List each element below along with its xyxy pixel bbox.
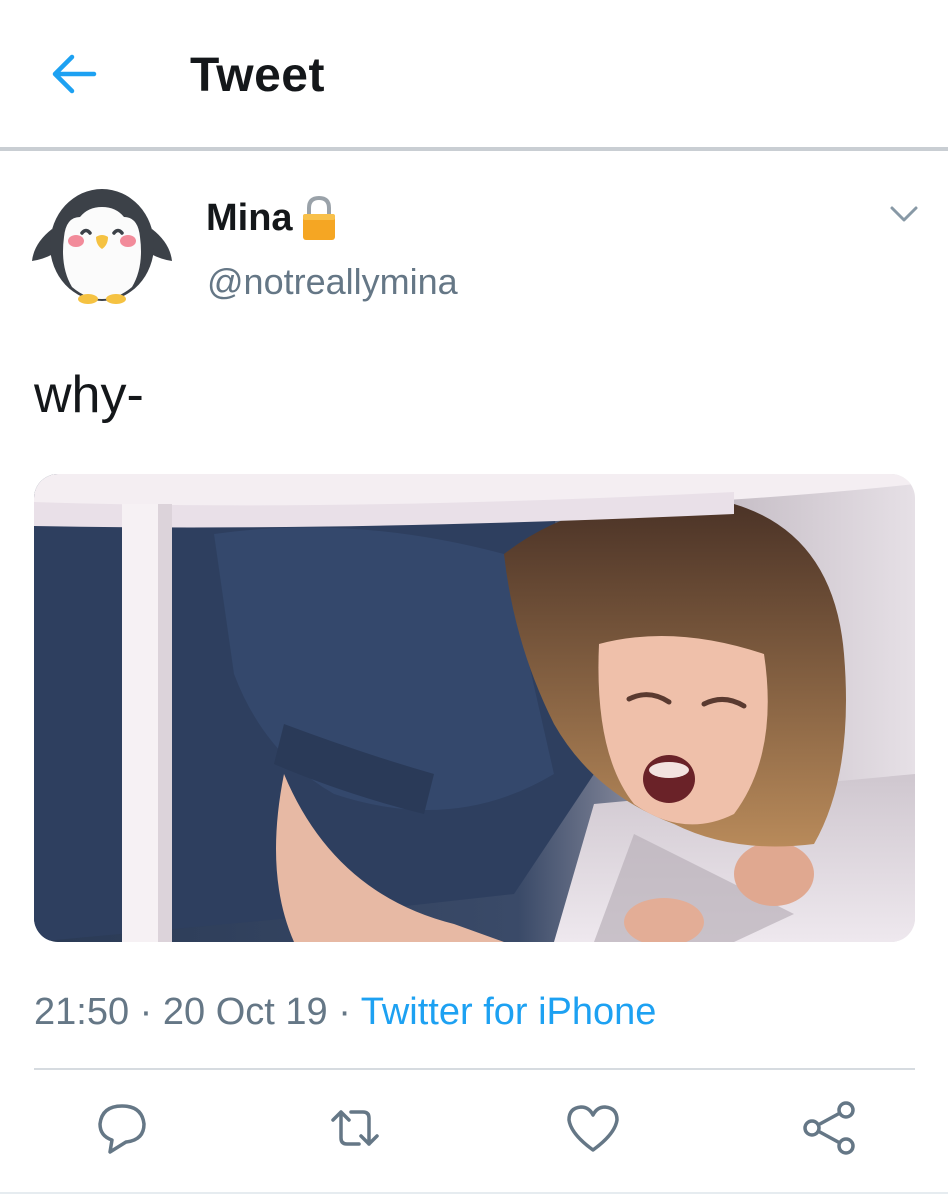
header-divider bbox=[0, 147, 948, 151]
penguin-avatar-icon bbox=[32, 189, 172, 304]
top-bar: Tweet bbox=[0, 0, 948, 151]
avatar[interactable] bbox=[30, 187, 174, 305]
meta-separator: · bbox=[139, 991, 153, 1033]
tweet-photo bbox=[34, 474, 915, 942]
heart-icon bbox=[567, 1105, 619, 1152]
share-button[interactable] bbox=[800, 1098, 860, 1158]
retweet-icon bbox=[331, 1110, 379, 1146]
chevron-down-icon bbox=[890, 206, 918, 222]
bottom-divider bbox=[0, 1192, 948, 1194]
meta-divider bbox=[34, 1068, 915, 1070]
reply-icon bbox=[98, 1104, 146, 1154]
like-button[interactable] bbox=[563, 1098, 623, 1158]
page-title: Tweet bbox=[190, 49, 325, 102]
back-button[interactable] bbox=[50, 52, 98, 96]
tweet-text: why- bbox=[34, 366, 144, 424]
tweet-source-link[interactable]: Twitter for iPhone bbox=[361, 991, 657, 1033]
author-name-text: Mina bbox=[206, 197, 293, 239]
tweet-media[interactable] bbox=[34, 474, 915, 942]
tweet-meta: 21:50 · 20 Oct 19 · Twitter for iPhone bbox=[34, 990, 656, 1034]
tweet-date: 20 Oct 19 bbox=[162, 991, 328, 1033]
lock-icon bbox=[299, 194, 339, 242]
tweet-time: 21:50 bbox=[34, 991, 130, 1033]
tweet-actions bbox=[0, 1098, 948, 1162]
author-name[interactable]: Mina bbox=[206, 194, 339, 242]
author-handle[interactable]: @notreallymina bbox=[207, 260, 458, 304]
tweet-menu-button[interactable] bbox=[888, 202, 920, 226]
share-icon bbox=[803, 1101, 855, 1155]
reply-button[interactable] bbox=[92, 1098, 152, 1158]
meta-separator: · bbox=[338, 991, 351, 1033]
retweet-button[interactable] bbox=[325, 1098, 385, 1158]
arrow-left-icon bbox=[52, 54, 97, 94]
